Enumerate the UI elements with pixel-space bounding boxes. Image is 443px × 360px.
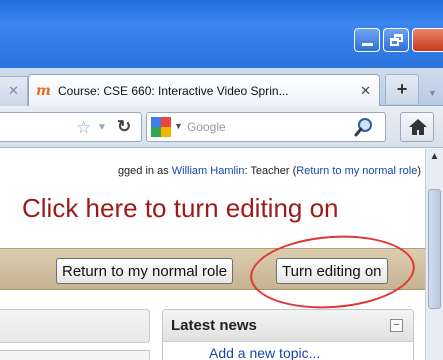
home-icon [409, 119, 427, 135]
return-role-link[interactable]: Return to my normal role [296, 165, 417, 177]
url-bar[interactable]: ☆ ▼ ↻ [0, 112, 142, 142]
add-new-topic-link[interactable]: Add a new topic... [209, 345, 320, 360]
tab-list-arrow-icon[interactable]: ▼ [428, 88, 437, 98]
navigation-toolbar: ☆ ▼ ↻ ▼ Google [0, 106, 443, 148]
annotation-circle [247, 230, 418, 314]
latest-news-title: Latest news [171, 317, 257, 334]
tab-previous[interactable]: ✕ [0, 76, 28, 106]
minimize-icon [361, 43, 373, 46]
restore-button[interactable] [383, 28, 409, 52]
scroll-up-arrow-icon[interactable]: ▲ [427, 151, 442, 169]
login-suffix: ) [417, 165, 421, 177]
new-tab-button[interactable]: + [385, 74, 419, 104]
close-tab-icon[interactable]: ✕ [8, 83, 19, 99]
left-column-block-2 [0, 350, 150, 360]
vertical-scrollbar[interactable]: ▲ [425, 149, 443, 360]
search-bar[interactable]: ▼ Google [146, 112, 386, 142]
page-content: gged in as William Hamlin: Teacher (Retu… [0, 149, 425, 360]
latest-news-block: Latest news − Add a new topic... [162, 309, 414, 360]
restore-icon-front [390, 38, 399, 46]
role-text: : Teacher ( [244, 165, 297, 177]
user-name-link[interactable]: William Hamlin [172, 165, 245, 177]
bookmark-star-icon[interactable]: ☆ [76, 118, 91, 138]
reload-icon[interactable]: ↻ [117, 117, 131, 137]
scrollbar-thumb[interactable] [428, 189, 441, 309]
return-normal-role-button[interactable]: Return to my normal role [56, 258, 234, 284]
edit-hint-annotation: Click here to turn editing on [22, 193, 339, 223]
google-engine-icon[interactable] [151, 117, 171, 137]
search-placeholder: Google [187, 120, 226, 134]
tab-strip: ✕ m Course: CSE 660: Interactive Video S… [0, 68, 443, 106]
collapse-block-icon[interactable]: − [390, 319, 403, 332]
moodle-favicon-icon: m [36, 82, 51, 99]
minimize-button[interactable] [354, 28, 380, 52]
latest-news-header: Latest news − [163, 310, 413, 342]
left-column-block [0, 309, 150, 343]
close-window-button[interactable] [412, 28, 443, 52]
url-dropdown-icon[interactable]: ▼ [97, 122, 107, 133]
engine-dropdown-icon[interactable]: ▼ [174, 121, 183, 131]
home-button[interactable] [400, 112, 434, 142]
tab-title: Course: CSE 660: Interactive Video Sprin… [58, 83, 289, 98]
login-info: gged in as William Hamlin: Teacher (Retu… [0, 165, 425, 177]
login-prefix: gged in as [117, 165, 172, 177]
tab-course[interactable]: m Course: CSE 660: Interactive Video Spr… [28, 74, 380, 106]
close-tab-icon[interactable]: ✕ [360, 83, 371, 99]
window-title-bar [0, 0, 443, 68]
search-icon[interactable] [353, 116, 375, 138]
